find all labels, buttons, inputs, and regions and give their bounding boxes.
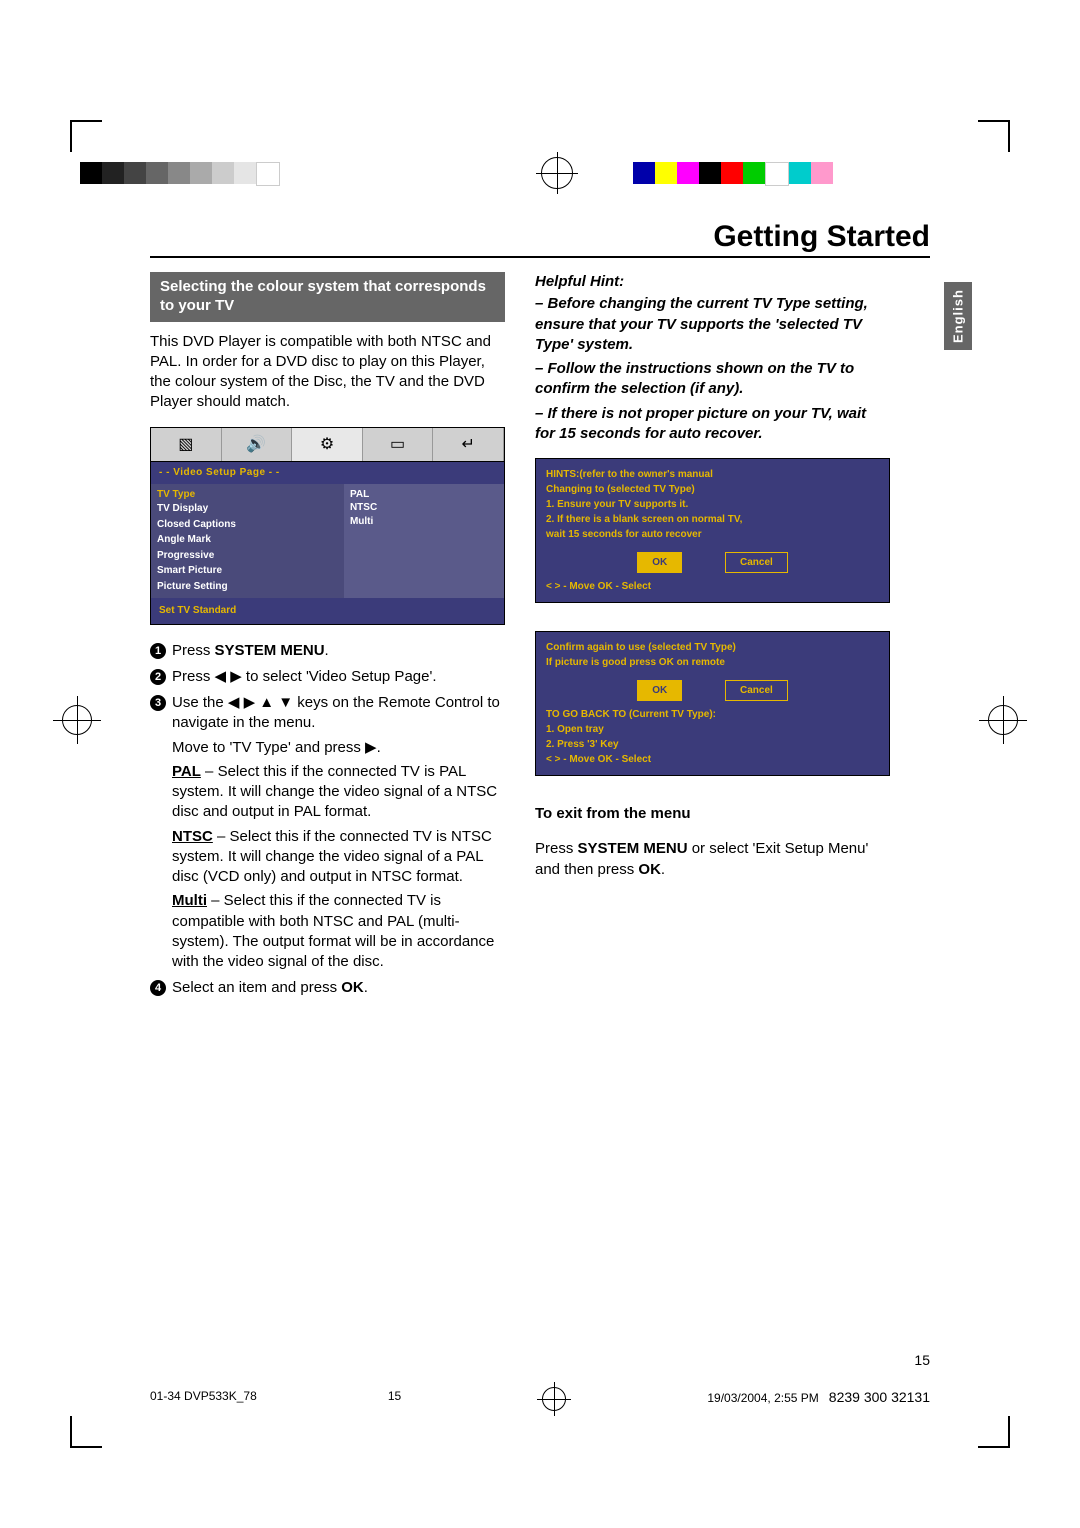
step-number-icon: 2: [150, 669, 166, 685]
language-tab: English: [944, 282, 972, 350]
crop-mark-tl: [70, 120, 102, 152]
crop-mark-bl: [70, 1416, 102, 1448]
side-registration-right-icon: [988, 705, 1018, 735]
hint-text: – Follow the instructions shown on the T…: [535, 359, 890, 400]
page-title: Getting Started: [150, 220, 930, 258]
step-number-icon: 1: [150, 643, 166, 659]
hint-text: – If there is not proper picture on your…: [535, 404, 890, 445]
registration-mark-icon: [542, 1387, 566, 1411]
registration-bar: [80, 155, 1000, 191]
hint-text: – Before changing the current TV Type se…: [535, 294, 890, 355]
footer-doc-id: 01-34 DVP533K_78: [150, 1389, 257, 1413]
cancel-button: Cancel: [725, 552, 788, 573]
footer-page: 15: [388, 1389, 401, 1413]
crop-mark-tr: [978, 120, 1010, 152]
osd-title-bar: - - Video Setup Page - -: [151, 462, 504, 484]
osd-screenshot: ▧ 🔊 ⚙ ▭ ↵ - - Video Setup Page - - TV Ty…: [150, 427, 505, 625]
cancel-button: Cancel: [725, 680, 788, 701]
page-number: 15: [914, 1352, 930, 1368]
footer-date: 19/03/2004, 2:55 PM: [707, 1391, 818, 1405]
step-2: 2 Press ◀ ▶ to select 'Video Setup Page'…: [150, 667, 505, 687]
osd-tab-icon: ▭: [363, 428, 434, 462]
step-number-icon: 4: [150, 980, 166, 996]
crop-mark-br: [978, 1416, 1010, 1448]
print-footer: 01-34 DVP533K_78 15 19/03/2004, 2:55 PM …: [150, 1389, 930, 1413]
footer-part-number: 8239 300 32131: [829, 1389, 930, 1405]
osd-tab-icon: ▧: [151, 428, 222, 462]
osd-footer: Set TV Standard: [151, 598, 504, 624]
ok-button: OK: [637, 552, 682, 573]
osd-tab-icon: ↵: [433, 428, 504, 462]
osd-tab-icon: 🔊: [222, 428, 293, 462]
intro-text: This DVD Player is compatible with both …: [150, 332, 505, 413]
osd-options: PAL NTSC Multi: [344, 484, 504, 599]
step-4: 4 Select an item and press OK.: [150, 978, 505, 998]
osd-menu-list: TV Type TV Display Closed Captions Angle…: [151, 484, 344, 599]
exit-heading: To exit from the menu: [535, 804, 890, 824]
side-registration-left-icon: [62, 705, 92, 735]
section-heading: Selecting the colour system that corresp…: [150, 272, 505, 322]
osd-tab-icon: ⚙: [292, 428, 363, 462]
exit-text: Press SYSTEM MENU or select 'Exit Setup …: [535, 839, 890, 880]
grayscale-swatches: [80, 162, 280, 184]
osd-hint-box-1: HINTS:(refer to the owner's manual Chang…: [535, 458, 890, 603]
registration-mark-icon: [541, 157, 573, 189]
step-1: 1 Press SYSTEM MENU.: [150, 641, 505, 661]
ok-button: OK: [637, 680, 682, 701]
step-number-icon: 3: [150, 695, 166, 711]
color-swatches: [633, 162, 833, 184]
hint-heading: Helpful Hint:: [535, 272, 890, 292]
step-3: 3 Use the ◀ ▶ ▲ ▼ keys on the Remote Con…: [150, 693, 505, 972]
osd-hint-box-2: Confirm again to use (selected TV Type) …: [535, 631, 890, 776]
